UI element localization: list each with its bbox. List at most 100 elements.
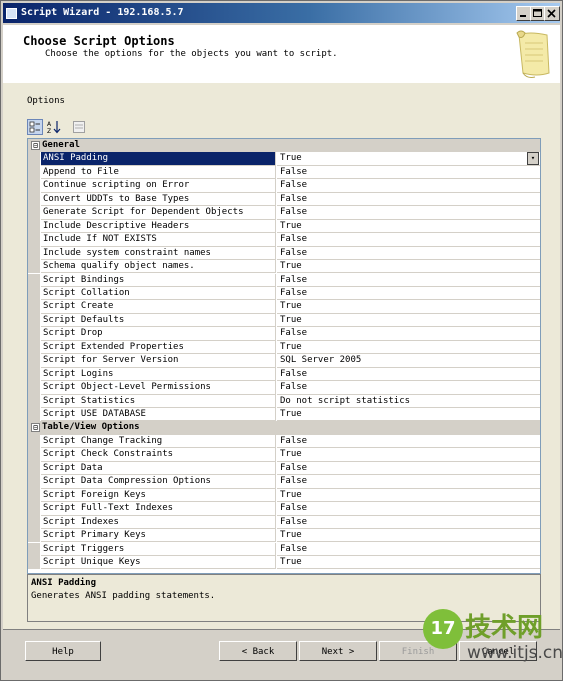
property-name[interactable]: Script Check Constraints [41, 448, 276, 462]
property-value[interactable]: True [277, 314, 540, 328]
property-name[interactable]: Schema qualify object names. [41, 260, 276, 274]
property-row[interactable]: ANSI Padding True ▾ [28, 152, 540, 166]
alphabetical-button[interactable]: A Z [46, 119, 62, 135]
property-name[interactable]: Script Indexes [41, 515, 276, 530]
category-row[interactable]: ⊟ Table/View Options [28, 421, 540, 435]
property-value[interactable]: True [277, 152, 540, 166]
property-value[interactable]: False [277, 543, 540, 556]
property-value[interactable]: False [277, 435, 540, 449]
property-value[interactable]: False [277, 179, 540, 193]
next-button[interactable]: Next > [299, 641, 377, 661]
property-name[interactable]: Script Drop [41, 327, 276, 341]
property-row[interactable]: Script USE DATABASE True [28, 408, 540, 422]
property-name[interactable]: Script Primary Keys [41, 529, 276, 543]
property-name[interactable]: Script Logins [41, 367, 276, 382]
property-row[interactable]: Script Logins False [28, 367, 540, 382]
dropdown-arrow-icon[interactable]: ▾ [527, 152, 539, 166]
help-button[interactable]: Help [25, 641, 101, 661]
categorized-button[interactable] [27, 119, 43, 135]
property-name[interactable]: Script Change Tracking [41, 434, 276, 449]
property-row[interactable]: Schema qualify object names. True [28, 260, 540, 274]
property-row[interactable]: Script Collation False [28, 286, 540, 301]
property-value[interactable]: True [277, 489, 540, 503]
property-row[interactable]: Script Statistics Do not script statistic… [28, 394, 540, 408]
property-name[interactable]: Script Bindings [41, 273, 276, 287]
property-name[interactable]: Script USE DATABASE [41, 408, 276, 422]
property-row[interactable]: Script Indexes False [28, 515, 540, 530]
close-button[interactable] [544, 6, 560, 21]
property-name[interactable]: Generate Script for Dependent Objects [41, 206, 276, 220]
property-value[interactable]: False [277, 516, 540, 530]
property-value[interactable]: False [277, 247, 540, 261]
property-name[interactable]: Script for Server Version [41, 354, 276, 368]
collapse-icon[interactable]: ⊟ [31, 423, 40, 433]
property-name[interactable]: Script Data [41, 461, 276, 476]
property-row[interactable]: Script Bindings False [28, 273, 540, 287]
property-row[interactable]: Convert UDDTs to Base Types False [28, 192, 540, 207]
property-name[interactable]: ANSI Padding [41, 152, 276, 166]
property-row[interactable]: Append to File False [28, 165, 540, 180]
property-row[interactable]: Include If NOT EXISTS False [28, 233, 540, 247]
property-name[interactable]: Script Unique Keys [41, 555, 276, 570]
property-name[interactable]: Convert UDDTs to Base Types [41, 192, 276, 207]
property-row[interactable]: Continue scripting on Error False [28, 179, 540, 193]
property-value[interactable]: True [277, 341, 540, 355]
property-value[interactable]: True [277, 300, 540, 314]
property-name[interactable]: Script Full-Text Indexes [41, 502, 276, 516]
property-name[interactable]: Script Object-Level Permissions [41, 381, 276, 395]
property-name[interactable]: Include If NOT EXISTS [41, 233, 276, 247]
property-value[interactable]: True [277, 408, 540, 422]
property-value[interactable]: True [277, 529, 540, 543]
property-row[interactable]: Script Full-Text Indexes False [28, 502, 540, 516]
property-value[interactable]: False [277, 274, 540, 287]
property-name[interactable]: Script Data Compression Options [41, 475, 276, 489]
property-value[interactable]: False [277, 166, 540, 180]
property-row[interactable]: Script Foreign Keys True [28, 488, 540, 503]
property-value[interactable]: True [277, 556, 540, 570]
property-value[interactable]: False [277, 206, 540, 220]
property-name[interactable]: Script Create [41, 300, 276, 314]
property-row[interactable]: Script for Server Version SQL Server 2005 [28, 354, 540, 368]
property-row[interactable]: Generate Script for Dependent Objects Fal… [28, 206, 540, 220]
property-value[interactable]: False [277, 381, 540, 395]
property-value[interactable]: False [277, 368, 540, 382]
property-value[interactable]: False [277, 327, 540, 341]
property-row[interactable]: Script Check Constraints True [28, 448, 540, 462]
property-name[interactable]: Script Collation [41, 286, 276, 301]
property-row[interactable]: Script Data Compression Options False [28, 475, 540, 489]
property-value[interactable]: SQL Server 2005 [277, 354, 540, 368]
category-row[interactable]: ⊟ General [28, 139, 540, 153]
property-value[interactable]: True [277, 220, 540, 234]
title-bar[interactable]: Script Wizard - 192.168.5.7 [3, 3, 560, 23]
property-name[interactable]: Script Triggers [41, 542, 276, 556]
property-value[interactable]: False [277, 462, 540, 476]
property-row[interactable]: Include Descriptive Headers True [28, 219, 540, 234]
property-value[interactable]: False [277, 193, 540, 207]
property-grid[interactable]: ⊟ General ANSI Padding True ▾ Append to File F… [27, 138, 541, 574]
property-name[interactable]: Continue scripting on Error [41, 179, 276, 193]
property-row[interactable]: Script Triggers False [28, 542, 540, 556]
property-name[interactable]: Script Defaults [41, 313, 276, 328]
property-row[interactable]: Script Extended Properties True [28, 340, 540, 355]
property-value[interactable]: False [277, 287, 540, 301]
back-button[interactable]: < Back [219, 641, 297, 661]
property-name[interactable]: Include Descriptive Headers [41, 219, 276, 234]
property-row[interactable]: Script Unique Keys True [28, 555, 540, 570]
property-row[interactable]: Include system constraint names False [28, 246, 540, 261]
property-row[interactable]: Script Drop False [28, 327, 540, 341]
property-name[interactable]: Script Extended Properties [41, 340, 276, 355]
property-row[interactable]: Script Data False [28, 461, 540, 476]
property-value[interactable]: False [277, 475, 540, 489]
property-row[interactable]: Script Create True [28, 300, 540, 314]
property-row[interactable]: Script Change Tracking False [28, 434, 540, 449]
property-value[interactable]: True [277, 260, 540, 274]
property-value[interactable]: Do not script statistics [277, 395, 540, 408]
property-row[interactable]: Script Defaults True [28, 313, 540, 328]
property-name[interactable]: Append to File [41, 165, 276, 180]
property-value[interactable]: False [277, 233, 540, 247]
property-name[interactable]: Script Foreign Keys [41, 488, 276, 503]
property-value[interactable]: True [277, 448, 540, 462]
property-name[interactable]: Script Statistics [41, 394, 276, 408]
property-row[interactable]: Script Object-Level Permissions False [28, 381, 540, 395]
property-row[interactable]: Script Primary Keys True [28, 529, 540, 543]
